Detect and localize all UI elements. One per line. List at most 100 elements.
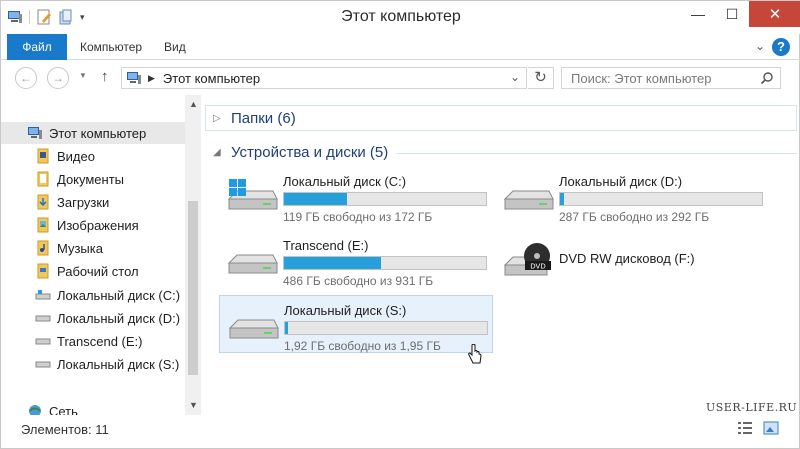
sidebar-item-video[interactable]: Видео: [1, 145, 185, 167]
tab-computer[interactable]: Компьютер: [80, 34, 142, 60]
chevron-down-icon: ◢: [213, 146, 221, 158]
content-pane: ▷ Папки (6) ◢ Устройства и диски (5) Лок…: [205, 95, 800, 415]
address-dropdown-icon[interactable]: ⌄: [510, 70, 520, 84]
sidebar-item-drive-c[interactable]: Локальный диск (C:): [1, 284, 185, 306]
address-bar[interactable]: ▶ Этот компьютер ⌄: [121, 67, 527, 89]
sidebar-item-label: Видео: [57, 148, 95, 164]
scroll-up-arrow-icon[interactable]: ▲: [189, 99, 198, 109]
dvd-drive-icon: DVD: [503, 243, 551, 276]
pictures-folder-icon: [35, 217, 51, 233]
search-input[interactable]: Поиск: Этот компьютер: [561, 67, 781, 89]
sidebar-item-desktop[interactable]: Рабочий стол: [1, 260, 185, 282]
group-header-devices[interactable]: ◢ Устройства и диски (5): [213, 141, 388, 163]
drive-free-space: 486 ГБ свободно из 931 ГБ: [283, 274, 434, 288]
drive-tile-f[interactable]: DVD DVD RW дисковод (F:): [495, 231, 769, 289]
sidebar-item-documents[interactable]: Документы: [1, 168, 185, 190]
drive-tile-d[interactable]: Локальный диск (D:) 287 ГБ свободно из 2…: [495, 167, 769, 225]
sidebar-item-music[interactable]: Музыка: [1, 237, 185, 259]
group-header-folders[interactable]: ▷ Папки (6): [213, 107, 296, 129]
chevron-down-icon[interactable]: ⌄: [755, 39, 765, 53]
sidebar-scrollbar[interactable]: ▲ ▼: [185, 95, 201, 415]
sidebar-item-label: Сеть: [49, 403, 78, 416]
drive-free-space: 287 ГБ свободно из 292 ГБ: [559, 210, 710, 224]
large-icons-view-icon[interactable]: [763, 421, 779, 435]
drive-usage-fill: [284, 257, 381, 269]
tab-file[interactable]: Файл: [7, 34, 67, 60]
desktop-folder-icon: [35, 263, 51, 279]
sidebar-item-downloads[interactable]: Загрузки: [1, 191, 185, 213]
sidebar-item-label: Рабочий стол: [57, 263, 139, 279]
hand-cursor-icon: [468, 344, 482, 364]
title-bar: ▾ Этот компьютер — ☐ ✕: [1, 1, 800, 34]
drive-name: DVD RW дисковод (F:): [559, 251, 695, 266]
sidebar-item-label: Локальный диск (C:): [57, 287, 181, 303]
minimize-button[interactable]: —: [681, 1, 715, 27]
sidebar-item-label: Документы: [57, 171, 125, 187]
computer-icon: [127, 72, 141, 84]
computer-icon: [27, 125, 43, 141]
drive-icon: [35, 356, 51, 372]
group-header-label: Папки (6): [231, 109, 296, 127]
drive-name: Локальный диск (C:): [283, 174, 407, 189]
drive-free-space: 119 ГБ свободно из 172 ГБ: [283, 210, 433, 224]
sidebar-item-this-pc[interactable]: Этот компьютер: [1, 122, 185, 144]
drive-icon: [35, 333, 51, 349]
sidebar-item-drive-d[interactable]: Локальный диск (D:): [1, 307, 185, 329]
group-divider: [397, 153, 797, 154]
sidebar-item-network[interactable]: Сеть: [1, 400, 185, 415]
details-view-icon[interactable]: [737, 421, 753, 435]
forward-button[interactable]: →: [47, 67, 69, 89]
drive-usage-fill: [560, 193, 565, 205]
drive-usage-bar: [283, 256, 487, 270]
system-drive-icon: [227, 179, 278, 210]
sidebar-item-label: Локальный диск (D:): [57, 310, 181, 326]
group-header-label: Устройства и диски (5): [231, 143, 389, 161]
tab-view[interactable]: Вид: [164, 34, 186, 60]
scrollbar-thumb[interactable]: [188, 201, 198, 375]
up-arrow-icon[interactable]: ↑: [101, 68, 109, 85]
close-button[interactable]: ✕: [749, 1, 800, 27]
video-folder-icon: [35, 148, 51, 164]
drive-usage-bar: [284, 321, 488, 335]
drive-tile-e[interactable]: Transcend (E:) 486 ГБ свободно из 931 ГБ: [219, 231, 493, 289]
navigation-pane: Этот компьютер Видео Документы Загрузки: [1, 95, 201, 415]
drive-icon: [228, 319, 279, 339]
drive-usage-fill: [284, 193, 347, 205]
drive-tile-c[interactable]: Локальный диск (C:) 119 ГБ свободно из 1…: [219, 167, 493, 225]
sidebar-item-label: Локальный диск (S:): [57, 356, 180, 372]
drive-icon: [227, 254, 278, 274]
sidebar-item-pictures[interactable]: Изображения: [1, 214, 185, 236]
scroll-down-arrow-icon[interactable]: ▼: [189, 400, 198, 410]
breadcrumb[interactable]: Этот компьютер: [163, 71, 260, 86]
sidebar-item-label: Загрузки: [57, 194, 110, 210]
maximize-button[interactable]: ☐: [715, 1, 749, 27]
search-icon: [760, 72, 773, 85]
status-bar: Элементов: 11: [1, 415, 800, 449]
dvd-logo-icon: DVD: [530, 263, 545, 271]
drive-icon: [35, 310, 51, 326]
drive-name: Локальный диск (S:): [284, 303, 407, 318]
explorer-window: ▾ Этот компьютер — ☐ ✕ Файл Компьютер Ви…: [0, 0, 800, 449]
recent-locations-icon[interactable]: ▼: [79, 71, 87, 80]
back-button[interactable]: ←: [15, 67, 37, 89]
system-drive-icon: [35, 287, 51, 303]
sidebar-item-label: Transcend (E:): [57, 333, 143, 349]
downloads-folder-icon: [35, 194, 51, 210]
help-button[interactable]: ?: [772, 38, 790, 56]
drive-tile-s[interactable]: Локальный диск (S:) 1,92 ГБ свободно из …: [219, 295, 493, 353]
sidebar-item-drive-e[interactable]: Transcend (E:): [1, 330, 185, 352]
sidebar-item-label: Изображения: [57, 217, 139, 233]
refresh-button[interactable]: ↻: [528, 67, 554, 89]
search-placeholder: Поиск: Этот компьютер: [571, 71, 712, 86]
sidebar-item-drive-s[interactable]: Локальный диск (S:): [1, 353, 185, 375]
drive-free-space: 1,92 ГБ свободно из 1,95 ГБ: [284, 339, 441, 353]
drive-usage-fill: [285, 322, 289, 334]
breadcrumb-arrow-icon[interactable]: ▶: [148, 73, 155, 84]
chevron-right-icon: ▷: [213, 112, 221, 124]
watermark: USER-LIFE.RU: [706, 401, 798, 414]
music-folder-icon: [35, 240, 51, 256]
drive-name: Локальный диск (D:): [559, 174, 683, 189]
drive-usage-bar: [559, 192, 763, 206]
drive-icon: [503, 190, 554, 210]
sidebar-item-label: Музыка: [57, 240, 103, 256]
